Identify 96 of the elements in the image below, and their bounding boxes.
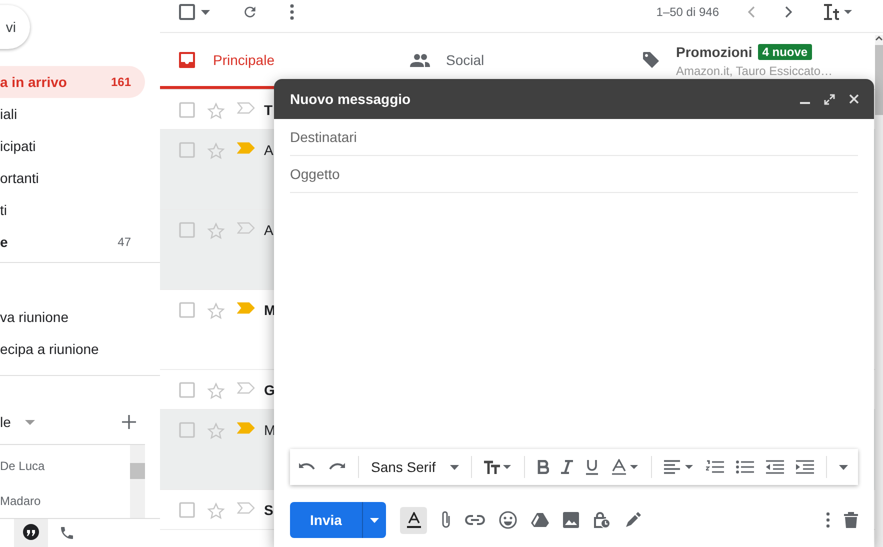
unread-count: 161 — [110, 75, 131, 89]
tab-label: Principale — [213, 52, 274, 68]
inbox-icon — [178, 50, 196, 68]
row-checkbox[interactable] — [179, 502, 195, 518]
star-icon[interactable] — [207, 302, 225, 320]
star-icon[interactable] — [207, 422, 225, 440]
pagination-text: 1–50 di 946 — [656, 5, 719, 19]
tab-label: Social — [446, 52, 484, 68]
star-icon[interactable] — [207, 502, 225, 520]
align-icon[interactable] — [664, 460, 694, 474]
tab-label: Promozioni — [676, 44, 752, 60]
compose-button[interactable]: vi — [0, 5, 30, 49]
indent-less-icon[interactable] — [766, 460, 784, 474]
pen-icon[interactable] — [625, 512, 641, 528]
redo-icon[interactable] — [328, 462, 346, 472]
image-icon[interactable] — [563, 512, 579, 528]
importance-marker[interactable] — [237, 502, 255, 514]
expand-icon[interactable] — [824, 94, 835, 104]
category-tab[interactable]: Promozioni 4 nuove Amazon.it, Tauro Essiccato… — [624, 33, 875, 89]
category-tab[interactable]: Social — [392, 33, 624, 89]
sidebar-item[interactable]: icipati — [0, 130, 145, 162]
hangouts-title: le — [0, 414, 11, 430]
send-options-button[interactable] — [362, 502, 386, 538]
sender-name: A — [264, 222, 274, 238]
scrollbar-thumb[interactable] — [130, 463, 145, 479]
select-checkbox[interactable] — [179, 4, 195, 20]
next-icon[interactable] — [785, 6, 793, 18]
sender-name: G — [264, 382, 275, 398]
meet-item[interactable]: va riunione — [0, 301, 145, 333]
sender-name: T — [264, 102, 273, 118]
importance-marker[interactable] — [237, 142, 255, 154]
more-icon[interactable] — [290, 4, 294, 20]
refresh-icon[interactable] — [242, 4, 258, 20]
formatting-options-icon[interactable] — [400, 506, 427, 534]
more-icon[interactable] — [826, 512, 830, 528]
link-icon[interactable] — [465, 515, 485, 525]
sidebar-item[interactable]: e 47 — [0, 226, 145, 258]
new-count-badge: 4 nuove — [758, 44, 812, 60]
importance-marker[interactable] — [237, 222, 255, 234]
sender-name: A — [264, 142, 274, 158]
tab-snippet: Amazon.it, Tauro Essiccato… — [676, 64, 833, 78]
contact-item[interactable]: De Luca — [0, 459, 130, 475]
caret-icon[interactable] — [24, 420, 35, 424]
emoji-icon[interactable] — [499, 511, 517, 529]
density-icon[interactable] — [823, 4, 853, 20]
send-button[interactable]: Invia — [290, 502, 362, 538]
drive-icon[interactable] — [531, 512, 549, 528]
compose-title: Nuovo messaggio — [290, 91, 411, 107]
row-checkbox[interactable] — [179, 302, 195, 318]
row-checkbox[interactable] — [179, 422, 195, 438]
star-icon[interactable] — [207, 142, 225, 160]
importance-marker[interactable] — [237, 102, 255, 114]
people-icon — [410, 52, 430, 66]
caret-icon[interactable] — [370, 518, 379, 522]
italic-icon[interactable] — [560, 460, 573, 474]
close-icon[interactable] — [849, 94, 859, 104]
row-checkbox[interactable] — [179, 222, 195, 238]
indent-more-icon[interactable] — [796, 460, 814, 474]
caret-icon[interactable] — [450, 464, 459, 470]
sidebar-item[interactable]: iali — [0, 98, 145, 130]
underline-icon[interactable] — [584, 459, 599, 475]
importance-marker[interactable] — [237, 302, 255, 314]
lock-clock-icon[interactable] — [593, 511, 611, 529]
add-icon[interactable] — [122, 415, 136, 429]
numbered-list-icon[interactable] — [706, 460, 724, 474]
undo-icon[interactable] — [298, 462, 316, 472]
star-icon[interactable] — [207, 222, 225, 240]
sidebar-item[interactable]: ortanti — [0, 162, 145, 194]
row-checkbox[interactable] — [179, 142, 195, 158]
caret-icon[interactable] — [201, 10, 210, 14]
scrollbar-thumb[interactable] — [875, 45, 883, 115]
sidebar-item[interactable]: a in arrivo 161 — [0, 66, 145, 98]
font-dropdown[interactable]: Sans Serif — [371, 459, 459, 475]
contact-item[interactable]: Madaro — [0, 494, 130, 510]
row-checkbox[interactable] — [179, 382, 195, 398]
star-icon[interactable] — [207, 102, 225, 120]
bold-icon[interactable] — [536, 460, 549, 474]
bulleted-list-icon[interactable] — [736, 460, 754, 474]
caret-icon[interactable] — [838, 464, 848, 470]
row-checkbox[interactable] — [179, 102, 195, 118]
text-size-icon[interactable] — [484, 460, 512, 474]
hangouts-icon[interactable] — [14, 519, 48, 547]
scroll-up-icon[interactable] — [875, 35, 883, 41]
meet-item[interactable]: ecipa a riunione — [0, 333, 145, 365]
trash-icon[interactable] — [844, 512, 858, 528]
star-icon[interactable] — [207, 382, 225, 400]
importance-marker[interactable] — [237, 422, 255, 434]
sender-name: S — [264, 502, 274, 518]
tag-icon — [642, 50, 660, 68]
sidebar-item[interactable]: ti — [0, 194, 145, 226]
attachment-icon[interactable] — [441, 511, 451, 529]
unread-count: 47 — [118, 235, 131, 249]
importance-marker[interactable] — [237, 382, 255, 394]
text-color-icon[interactable] — [610, 459, 639, 475]
scrollbar[interactable] — [875, 35, 883, 547]
scrollbar[interactable] — [130, 445, 145, 521]
